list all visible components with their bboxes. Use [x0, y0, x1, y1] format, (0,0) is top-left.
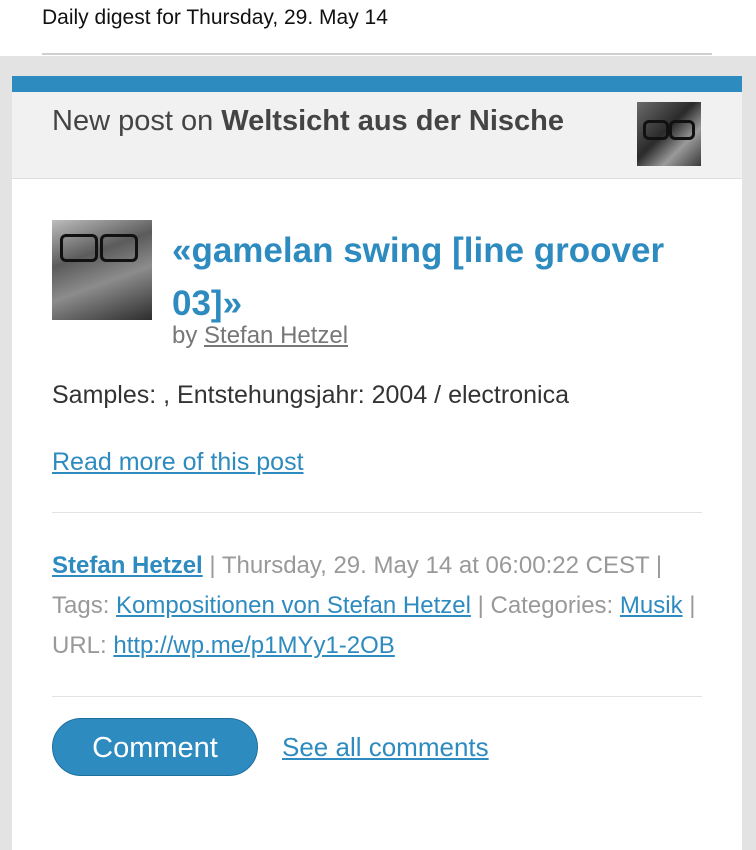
byline-author-link[interactable]: Stefan Hetzel	[204, 322, 348, 349]
meta-url-link[interactable]: http://wp.me/p1MYy1-2OB	[113, 632, 394, 659]
blog-avatar[interactable]	[637, 102, 701, 166]
divider	[52, 512, 702, 513]
glasses-shape	[669, 120, 695, 140]
post-card: New post on Weltsicht aus der Nische «ga…	[12, 76, 742, 850]
glasses-shape	[643, 120, 669, 140]
comment-button[interactable]: Comment	[52, 718, 258, 776]
digest-title: Daily digest for Thursday, 29. May 14	[42, 6, 388, 29]
meta-author-link[interactable]: Stefan Hetzel	[52, 552, 203, 579]
author-avatar[interactable]	[52, 220, 152, 320]
meta-category-link[interactable]: Musik	[620, 592, 683, 619]
digest-divider	[42, 53, 712, 55]
meta-categories-label: | Categories:	[470, 592, 620, 619]
post-title[interactable]: «gamelan swing [line groover 03]»	[172, 224, 692, 330]
meta-date: | Thursday, 29. May 14 at 06:00:22 CEST	[202, 552, 650, 579]
read-more-link[interactable]: Read more of this post	[52, 448, 304, 477]
post-meta: Stefan Hetzel | Thursday, 29. May 14 at …	[52, 546, 712, 666]
card-header-prefix: New post on	[52, 105, 222, 137]
meta-tag-link[interactable]: Kompositionen von Stefan Hetzel	[116, 592, 471, 619]
glasses-shape	[100, 234, 138, 262]
see-all-comments-link[interactable]: See all comments	[282, 732, 489, 763]
glasses-shape	[60, 234, 98, 262]
blog-name[interactable]: Weltsicht aus der Nische	[221, 105, 564, 137]
divider	[52, 696, 702, 697]
card-header: New post on Weltsicht aus der Nische	[12, 92, 742, 179]
byline: by Stefan Hetzel	[172, 322, 348, 350]
email-body: New post on Weltsicht aus der Nische «ga…	[0, 56, 756, 850]
accent-bar	[12, 76, 742, 92]
digest-header: Daily digest for Thursday, 29. May 14	[0, 0, 756, 56]
card-header-text: New post on Weltsicht aus der Nische	[52, 104, 572, 138]
post-excerpt: Samples: , Entstehungsjahr: 2004 / elect…	[52, 381, 569, 409]
byline-label: by	[172, 322, 205, 349]
